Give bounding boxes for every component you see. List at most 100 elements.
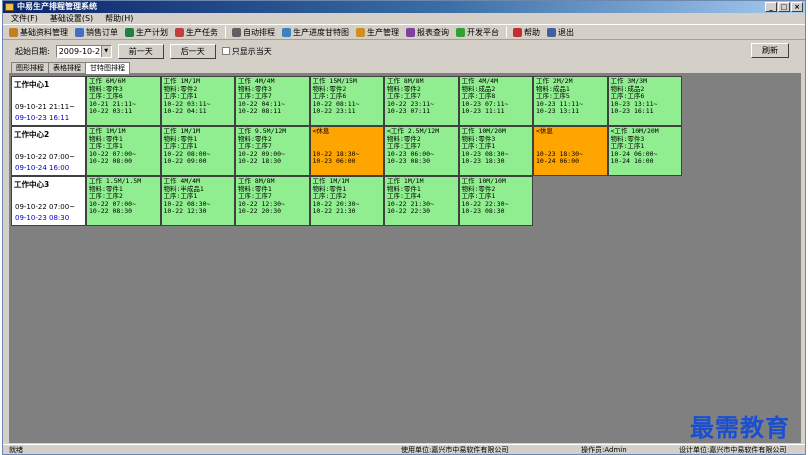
window-controls: _ □ × [765, 2, 803, 12]
toolbar-button-4[interactable]: 自动排程 [232, 27, 275, 38]
rest-block[interactable]: <休息 10-23 18:30~ 10-24 06:00 [533, 126, 608, 176]
task-line: 10-23 11:11 [461, 107, 505, 116]
work-center-start: 09-10-22 07:00~ [15, 203, 76, 211]
task-block[interactable]: 工作 4M/4M 物料:零件3 工序:工序7 10-22 04:11~ 10-22 08… [235, 76, 310, 126]
toolbar-label: 帮助 [524, 27, 540, 37]
toolbar-label: 销售订单 [86, 27, 118, 37]
task-block[interactable]: 工作 4M/4M 物料:成品2 工序:工序8 10-23 07:11~ 10-23 11… [458, 76, 533, 126]
work-center-start: 09-10-21 21:11~ [15, 103, 76, 111]
status-bar: 就绪 使用单位:嘉兴市中易软件有限公司 操作员:Admin 设计单位:嘉兴市中易… [3, 444, 805, 455]
tab-gantt-schedule[interactable]: 甘特图排程 [85, 62, 130, 74]
task-block[interactable]: 工作 10M/10M 物料:零件2 工序:工序1 10-22 22:30~ 10-23 … [458, 176, 533, 226]
task-block[interactable]: 工作 10M/20M 物料:零件3 工序:工序1 10-23 08:30~ 10-23 … [458, 126, 533, 176]
toolbar-button-1[interactable]: 销售订单 [75, 27, 118, 38]
task-line: 10-23 08:30 [461, 207, 505, 216]
task-block[interactable]: 工作 1M/1M 物料:零件1 工序:工序4 10-22 21:30~ 10-22 22… [384, 176, 459, 226]
toolbar-button-0[interactable]: 基础资料管理 [9, 27, 68, 38]
rest-block[interactable]: <休息 10-22 18:30~ 10-23 06:00 [309, 126, 384, 176]
toolbar: 基础资料管理 销售订单 生产计划 生产任务 自动排程 生产进度甘特图 生产管理 报表查询 开发平… [3, 24, 805, 40]
menu-bar: 文件(F) 基础设置(S) 帮助(H) [3, 13, 805, 24]
toolbar-label: 退出 [558, 27, 574, 37]
task-block[interactable]: 工作 3M/3M 物料:成品2 工序:工序6 10-23 13:11~ 10-23 16… [607, 76, 682, 126]
task-block[interactable]: 工作 1.5M/1.5M 物料:零件1 工序:工序2 10-22 07:00~ 10-2… [86, 176, 161, 226]
checkbox-box[interactable] [221, 47, 230, 55]
task-block[interactable]: 工作 1M/1M 物料:零件1 工序:工序2 10-22 20:30~ 10-22 21… [309, 176, 384, 226]
task-block[interactable]: 工作 6M/6M 物料:零件3 工序:工序6 10-21 21:11~ 10-22 03… [86, 76, 161, 126]
task-block[interactable]: 工作 9.5M/12M 物料:零件2 工序:工序7 10-22 09:00~ 10-22… [235, 126, 310, 176]
work-center-row: 工作中心1 09-10-21 21:11~ 09-10-23 16:11 工作 6M/… [11, 76, 682, 126]
control-bar: 起始日期: 2009-10-21 ▼ 前一天 后一天 只显示当天 刷新 [3, 41, 805, 61]
toolbar-label: 基础资料管理 [20, 27, 68, 37]
app-icon [5, 3, 14, 11]
work-center-row: 工作中心2 09-10-22 07:00~ 09-10-24 16:00 工作 1M/… [11, 126, 682, 176]
task-line: 10-22 20:30 [238, 207, 282, 216]
task-line [536, 136, 605, 144]
work-center-name: 工作中心3 [14, 180, 50, 189]
order-icon [75, 27, 84, 37]
next-day-button[interactable]: 后一天 [169, 43, 216, 59]
task-block[interactable]: 工作 15M/15M 物料:零件2 工序:工序6 10-22 08:11~ 10-22 … [309, 76, 384, 126]
task-line: 10-23 13:11 [536, 107, 580, 116]
work-center-end: 09-10-24 16:00 [15, 164, 70, 172]
maximize-button[interactable]: □ [778, 2, 790, 12]
task-line: 10-23 07:11 [387, 107, 431, 116]
toolbar-button-7[interactable]: 报表查询 [406, 27, 449, 38]
minimize-button[interactable]: _ [765, 2, 777, 12]
task-line: 10-22 08:00 [89, 157, 133, 166]
toolbar-label: 生产进度甘特图 [293, 27, 349, 37]
toolbar-label: 生产计划 [136, 27, 168, 37]
toolbar-label: 开发平台 [467, 27, 499, 37]
task-block[interactable]: 工作 4M/4M 物料:半成品1 工序:工序1 10-22 08:30~ 10-22 1… [160, 176, 235, 226]
prev-day-button[interactable]: 前一天 [117, 43, 164, 59]
work-center-cell[interactable]: 工作中心2 09-10-22 07:00~ 09-10-24 16:00 [11, 126, 86, 176]
manage-icon [356, 27, 365, 37]
menu-help[interactable]: 帮助(H) [105, 13, 133, 24]
start-date-label: 起始日期: [15, 46, 50, 56]
refresh-button[interactable]: 刷新 [751, 43, 789, 58]
date-dropdown-icon[interactable]: ▼ [100, 45, 111, 57]
work-center-cell[interactable]: 工作中心3 09-10-22 07:00~ 09-10-23 08:30 [11, 176, 86, 226]
task-line: 10-24 06:00 [536, 157, 580, 166]
menu-basic-settings[interactable]: 基础设置(S) [50, 13, 93, 24]
tab-table-schedule[interactable]: 表格排程 [48, 62, 86, 73]
toolbar-label: 自动排程 [243, 27, 275, 37]
toolbar-label: 报表查询 [417, 27, 449, 37]
menu-file[interactable]: 文件(F) [11, 13, 38, 24]
toolbar-label: 生产管理 [367, 27, 399, 37]
task-line: 10-24 16:00 [610, 157, 654, 166]
toolbar-separator [506, 26, 507, 38]
plan-icon [125, 27, 134, 37]
toolbar-button-10[interactable]: 退出 [547, 27, 574, 38]
task-line: 10-23 08:30 [387, 157, 431, 166]
dev-icon [456, 27, 465, 37]
task-block[interactable]: 工作 1M/1M 物料:零件1 工序:工序1 10-22 07:00~ 10-22 08… [86, 126, 161, 176]
toolbar-button-5[interactable]: 生产进度甘特图 [282, 27, 349, 38]
work-center-cell[interactable]: 工作中心1 09-10-21 21:11~ 09-10-23 16:11 [11, 76, 86, 126]
task-line: 10-22 18:30 [238, 157, 282, 166]
toolbar-button-8[interactable]: 开发平台 [456, 27, 499, 38]
task-block[interactable]: 工作 2M/2M 物料:成品1 工序:工序5 10-23 11:11~ 10-23 13… [533, 76, 608, 126]
task-block[interactable]: <工作 2.5M/12M 物料:零件2 工序:工序7 10-23 06:00~ 10-2… [384, 126, 459, 176]
start-date-picker[interactable]: 2009-10-21 ▼ [55, 44, 112, 58]
tab-graphic-schedule[interactable]: 图形排程 [11, 62, 49, 73]
toolbar-label: 生产任务 [186, 27, 218, 37]
start-date-value: 2009-10-21 [58, 46, 106, 56]
toolbar-button-6[interactable]: 生产管理 [356, 27, 399, 38]
close-button[interactable]: × [791, 2, 803, 12]
today-only-checkbox[interactable]: 只显示当天 [221, 46, 272, 57]
toolbar-button-9[interactable]: 帮助 [513, 27, 540, 38]
task-block[interactable]: 工作 8M/8M 物料:零件2 工序:工序7 10-22 23:11~ 10-23 07… [384, 76, 459, 126]
task-block[interactable]: <工作 10M/20M 物料:零件3 工序:工序1 10-24 06:00~ 10-24… [607, 126, 682, 176]
task-block[interactable]: 工作 1M/1M 物料:零件1 工序:工序1 10-22 08:00~ 10-22 09… [160, 126, 235, 176]
task-line: 10-22 09:00 [163, 157, 207, 166]
exit-icon [547, 27, 556, 37]
window-title: 中易生产排程管理系统 [17, 2, 97, 11]
task-block[interactable]: 工作 1M/1M 物料:零件2 工序:工序1 10-22 03:11~ 10-22 04… [160, 76, 235, 126]
status-org: 使用单位:嘉兴市中易软件有限公司 [401, 446, 509, 454]
gantt-icon [282, 27, 291, 37]
task-block[interactable]: 工作 8M/8M 物料:零件1 工序:工序7 10-22 12:30~ 10-22 20… [235, 176, 310, 226]
task-line: 10-22 08:30 [89, 207, 133, 216]
toolbar-button-2[interactable]: 生产计划 [125, 27, 168, 38]
toolbar-button-3[interactable]: 生产任务 [175, 27, 218, 38]
view-tabs: 图形排程 表格排程 甘特图排程 [11, 62, 130, 74]
